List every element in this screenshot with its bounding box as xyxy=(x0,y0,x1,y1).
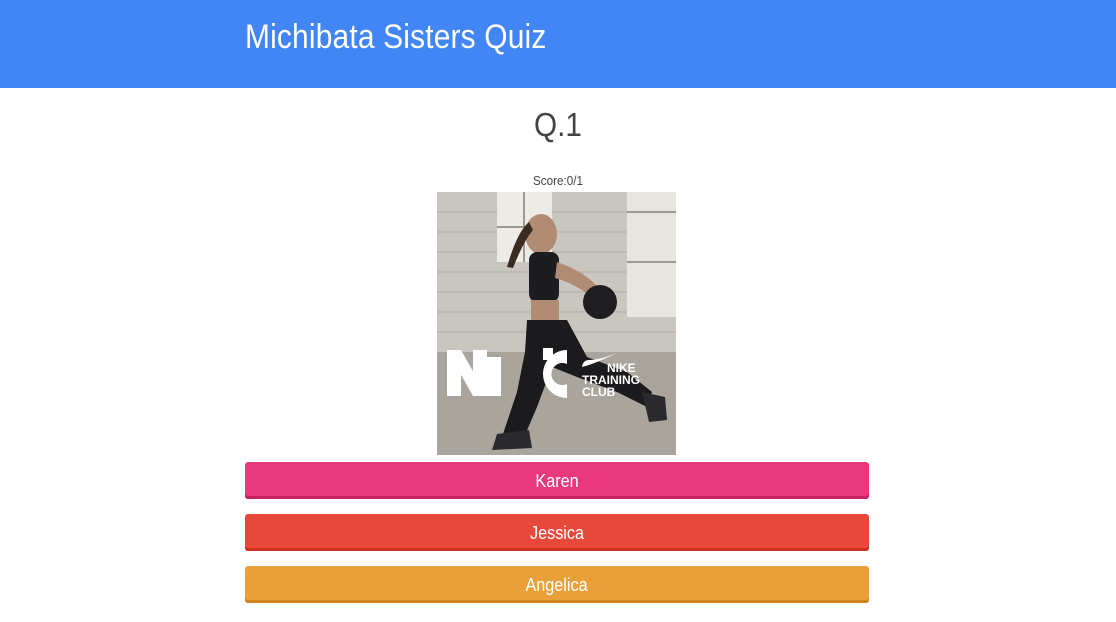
answer-label: Angelica xyxy=(525,574,589,595)
answer-button-angelica[interactable]: Angelica xyxy=(245,566,869,603)
answer-button-jessica[interactable]: Jessica xyxy=(245,514,869,551)
answer-label: Jessica xyxy=(529,522,585,543)
app-title: Michibata Sisters Quiz xyxy=(245,18,547,56)
question-number: Q.1 xyxy=(534,106,582,143)
answer-button-karen[interactable]: Karen xyxy=(245,462,869,499)
logo-text-club: CLUB xyxy=(582,385,616,399)
score-text: Score:0/1 xyxy=(532,173,584,188)
app-header: Michibata Sisters Quiz xyxy=(0,0,1116,88)
answer-label: Karen xyxy=(535,470,579,491)
quiz-photo: NIKE TRAINING CLUB xyxy=(437,192,676,455)
quiz-photo-illustration: NIKE TRAINING CLUB xyxy=(437,192,676,455)
